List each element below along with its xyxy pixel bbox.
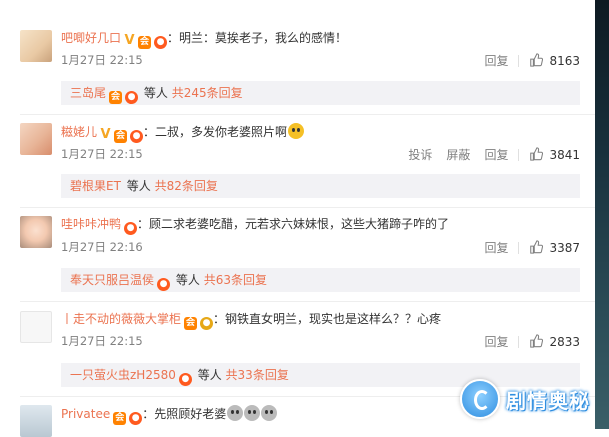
reply-count-link[interactable]: 共245条回复 [172,86,243,100]
avatar[interactable] [20,30,52,62]
fan-badge-icon: ● [200,317,214,330]
watermark-logo-icon [460,379,500,419]
thumbs-up-icon [530,334,544,348]
like-count: 8163 [549,54,580,68]
vip-icon: 会 [138,36,152,49]
comment-username[interactable]: 糍姥儿 [61,125,97,139]
surprised-emoji-icon [288,123,305,139]
like-button[interactable]: 2833 [529,334,580,349]
like-button[interactable]: 8163 [529,53,580,68]
reply-others-label: 等人 [143,86,168,100]
reply-count-link[interactable]: 共33条回复 [226,368,289,382]
reply-others-label: 等人 [197,368,222,382]
divider [518,336,520,348]
divider [518,242,520,254]
like-count: 2833 [549,335,580,349]
avatar[interactable] [20,216,52,248]
watermark: 剧情奥秘 [460,375,608,423]
vip-icon: 会 [184,317,198,330]
vip-icon: 会 [113,412,127,425]
reply-preview[interactable]: 碧根果ET 等人 共82条回复 [61,174,580,198]
divider [20,114,595,115]
reply-button[interactable]: 回复 [484,241,508,255]
divider [20,207,595,208]
reply-username[interactable]: 三岛尾 [70,86,106,100]
like-count: 3841 [549,148,580,162]
crying-emoji-icon [244,405,261,421]
comment-username[interactable]: 丨走不动的薇薇大掌柜 [61,312,181,326]
reply-others-label: 等人 [175,273,200,287]
fan-badge-icon: ● [178,373,192,386]
reply-username[interactable]: 一只萤火虫zH2580 [70,368,176,382]
comment-text: ：顾二求老婆吃醋，元若求六妹妹恨，这些大猪蹄子咋的了 [137,217,450,231]
comment-time: 1月27日 22:16 [61,240,143,254]
avatar[interactable] [20,405,52,437]
divider [20,301,595,302]
reply-button[interactable]: 回复 [484,148,508,162]
thumbs-up-icon [530,147,544,161]
avatar[interactable] [20,311,52,343]
reply-preview[interactable]: 奉天只服吕温侯 ● 等人 共63条回复 [61,268,580,292]
crying-emoji-icon [227,405,244,421]
fan-badge-icon: ● [154,36,168,49]
vip-icon: 会 [114,130,128,143]
crying-emoji-icon [261,405,278,421]
like-button[interactable]: 3841 [529,147,580,162]
vip-icon: 会 [109,91,123,104]
avatar[interactable] [20,123,52,155]
divider [518,55,520,67]
comment-username[interactable]: Privatee [61,407,110,421]
fan-badge-icon: ● [124,222,138,235]
thumbs-up-icon [530,240,544,254]
comment-time: 1月27日 22:15 [61,334,143,348]
like-button[interactable]: 3387 [529,240,580,255]
thumbs-up-icon [530,53,544,67]
reply-count-link[interactable]: 共63条回复 [204,273,267,287]
fan-badge-icon: ● [129,412,143,425]
block-button[interactable]: 屏蔽 [446,148,470,162]
verified-icon: V [124,33,135,48]
like-count: 3387 [549,241,580,255]
comment-username[interactable]: 哇咔咔冲鸭 [61,217,121,231]
reply-preview[interactable]: 三岛尾会 ● 等人 共245条回复 [61,81,580,105]
reply-count-link[interactable]: 共82条回复 [155,179,218,193]
comment-username[interactable]: 吧唧好几口 [61,31,121,45]
comment-time: 1月27日 22:15 [61,147,143,161]
watermark-text: 剧情奥秘 [506,388,590,413]
reply-username[interactable]: 奉天只服吕温侯 [70,273,154,287]
divider [518,149,520,161]
reply-button[interactable]: 回复 [484,54,508,68]
fan-badge-icon: ● [125,91,139,104]
reply-button[interactable]: 回复 [484,335,508,349]
comment-text: ：钢铁直女明兰，现实也是这样么？？心疼 [213,312,442,326]
reply-username[interactable]: 碧根果ET [70,179,121,193]
fan-badge-icon: ● [157,278,171,291]
reply-others-label: 等人 [126,179,151,193]
fan-badge-icon: ● [130,130,144,143]
verified-icon: V [100,127,111,142]
comment-text: ：明兰：莫挨老子，我么的感情！ [167,31,348,45]
report-button[interactable]: 投诉 [408,148,432,162]
background-image-edge [595,0,609,429]
comment-time: 1月27日 22:15 [61,53,143,67]
comment-text: ：二叔，多发你老婆照片啊 [143,125,288,139]
comment-text: ：先照顾好老婆 [142,407,227,421]
